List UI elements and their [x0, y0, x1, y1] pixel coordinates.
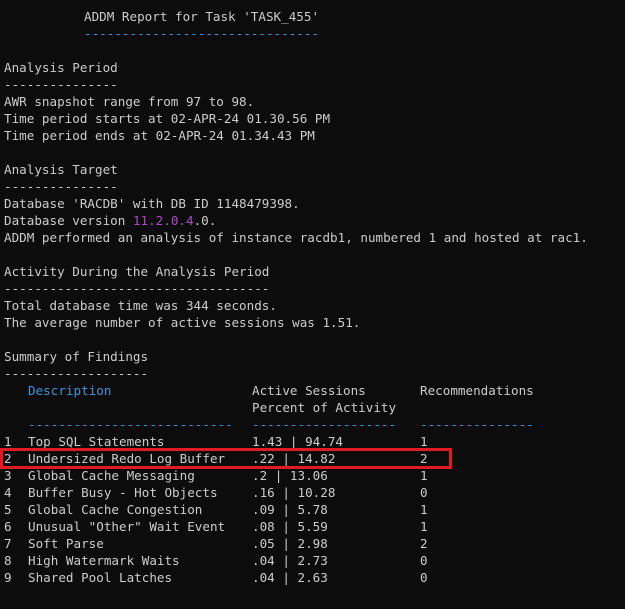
- period-start-line: Time period starts at 02-APR-24 01.30.56…: [4, 111, 331, 126]
- terminal-window: ADDM Report for Task 'TASK_455' --------…: [0, 0, 625, 609]
- report-title: ADDM Report for Task 'TASK_455': [84, 9, 320, 24]
- finding-description: Unusual "Other" Wait Event: [28, 519, 226, 534]
- finding-number: 3: [4, 468, 12, 483]
- instance-analysis-line: ADDM performed an analysis of instance r…: [4, 230, 588, 245]
- column-header-percent-activity: Percent of Activity: [252, 400, 397, 415]
- finding-recommendations: 1: [420, 468, 428, 483]
- finding-description: Shared Pool Latches: [28, 570, 173, 585]
- finding-description: Soft Parse: [28, 536, 104, 551]
- finding-number: 9: [4, 570, 12, 585]
- finding-active-sessions: .2 | 13.06: [252, 468, 328, 483]
- period-end-line: Time period ends at 02-APR-24 01.34.43 P…: [4, 128, 315, 143]
- finding-active-sessions: .09 | 5.78: [252, 502, 328, 517]
- finding-active-sessions: .04 | 2.63: [252, 570, 328, 585]
- analysis-target-heading: Analysis Target: [4, 162, 118, 177]
- finding-active-sessions: .04 | 2.73: [252, 553, 328, 568]
- column-header-active-sessions: Active Sessions: [252, 383, 366, 398]
- db-time-line: Total database time was 344 seconds.: [4, 298, 277, 313]
- finding-number: 4: [4, 485, 12, 500]
- description-underline: ---------------------------: [28, 417, 233, 432]
- finding-description: Global Cache Messaging: [28, 468, 195, 483]
- analysis-period-underline: ---------------: [4, 77, 118, 92]
- finding-recommendations: 1: [420, 502, 428, 517]
- database-version-line: Database version 11.2.0.4.0.: [4, 212, 216, 229]
- finding-recommendations: 0: [420, 553, 428, 568]
- snapshot-range-line: AWR snapshot range from 97 to 98.: [4, 94, 255, 109]
- version-prefix: Database version: [4, 213, 133, 228]
- finding-description: High Watermark Waits: [28, 553, 180, 568]
- activity-underline: -----------------------------------: [4, 281, 270, 296]
- active-underline: -------------------: [252, 417, 397, 432]
- summary-heading: Summary of Findings: [4, 349, 149, 364]
- database-id-line: Database 'RACDB' with DB ID 1148479398.: [4, 196, 300, 211]
- finding-number: 6: [4, 519, 12, 534]
- finding-description: Global Cache Congestion: [28, 502, 203, 517]
- activity-heading: Activity During the Analysis Period: [4, 264, 270, 279]
- report-title-underline: -------------------------------: [84, 26, 320, 41]
- avg-sessions-line: The average number of active sessions wa…: [4, 315, 361, 330]
- recommendations-underline: ---------------: [420, 417, 534, 432]
- finding-number: 7: [4, 536, 12, 551]
- finding-number: 5: [4, 502, 12, 517]
- finding-recommendations: 0: [420, 485, 428, 500]
- finding-recommendations: 2: [420, 536, 428, 551]
- analysis-period-heading: Analysis Period: [4, 60, 118, 75]
- summary-underline: -------------------: [4, 366, 149, 381]
- highlight-annotation-box: [0, 448, 452, 469]
- finding-active-sessions: .16 | 10.28: [252, 485, 336, 500]
- finding-number: 8: [4, 553, 12, 568]
- finding-recommendations: 0: [420, 570, 428, 585]
- column-header-description: Description: [28, 383, 112, 398]
- finding-active-sessions: .08 | 5.59: [252, 519, 328, 534]
- finding-description: Buffer Busy - Hot Objects: [28, 485, 218, 500]
- finding-active-sessions: .05 | 2.98: [252, 536, 328, 551]
- finding-recommendations: 1: [420, 519, 428, 534]
- version-suffix: .0.: [193, 213, 217, 228]
- column-header-recommendations: Recommendations: [420, 383, 534, 398]
- analysis-target-underline: ---------------: [4, 179, 118, 194]
- version-value: 11.2.0.4: [132, 213, 194, 228]
